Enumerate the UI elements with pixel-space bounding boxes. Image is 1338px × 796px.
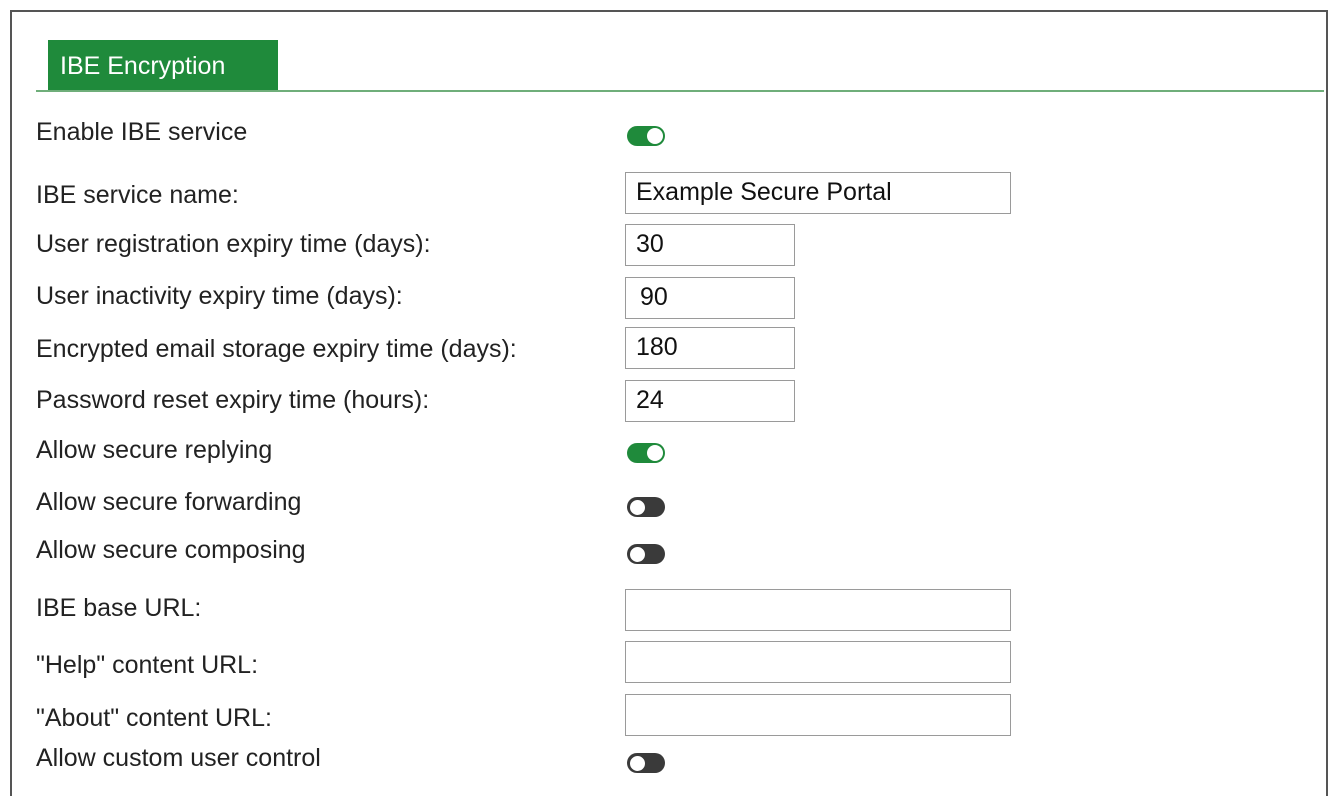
toggle-knob (629, 498, 646, 516)
tab-ibe-encryption[interactable]: IBE Encryption (48, 40, 278, 92)
allow-secure-forwarding-toggle[interactable] (627, 497, 665, 517)
user-registration-expiry-label: User registration expiry time (days): (36, 230, 431, 258)
encrypted-email-storage-expiry-input[interactable]: 180 (625, 327, 795, 369)
allow-secure-composing-toggle[interactable] (627, 544, 665, 564)
toggle-knob (629, 754, 646, 772)
allow-secure-replying-toggle[interactable] (627, 443, 665, 463)
about-content-url-input[interactable] (625, 694, 1011, 736)
password-reset-expiry-input[interactable]: 24 (625, 380, 795, 422)
ibe-base-url-input[interactable] (625, 589, 1011, 631)
allow-secure-replying-label: Allow secure replying (36, 436, 273, 464)
enable-ibe-service-label: Enable IBE service (36, 118, 248, 146)
allow-custom-user-control-label: Allow custom user control (36, 744, 321, 772)
toggle-knob (647, 445, 663, 461)
encrypted-email-storage-expiry-label: Encrypted email storage expiry time (day… (36, 335, 517, 363)
allow-secure-composing-label: Allow secure composing (36, 536, 306, 564)
enable-ibe-service-toggle[interactable] (627, 126, 665, 146)
ibe-service-name-label: IBE service name: (36, 181, 239, 209)
allow-secure-forwarding-label: Allow secure forwarding (36, 488, 302, 516)
allow-custom-user-control-toggle[interactable] (627, 753, 665, 773)
tab-divider (36, 90, 1324, 92)
user-inactivity-expiry-input[interactable]: 90 (625, 277, 795, 319)
toggle-knob (629, 545, 646, 563)
ibe-service-name-input[interactable]: Example Secure Portal (625, 172, 1011, 214)
toggle-knob (647, 128, 663, 144)
ibe-base-url-label: IBE base URL: (36, 594, 202, 622)
user-inactivity-expiry-label: User inactivity expiry time (days): (36, 282, 403, 310)
user-registration-expiry-input[interactable]: 30 (625, 224, 795, 266)
about-content-url-label: "About" content URL: (36, 704, 272, 732)
password-reset-expiry-label: Password reset expiry time (hours): (36, 386, 430, 414)
help-content-url-label: "Help" content URL: (36, 651, 259, 679)
help-content-url-input[interactable] (625, 641, 1011, 683)
